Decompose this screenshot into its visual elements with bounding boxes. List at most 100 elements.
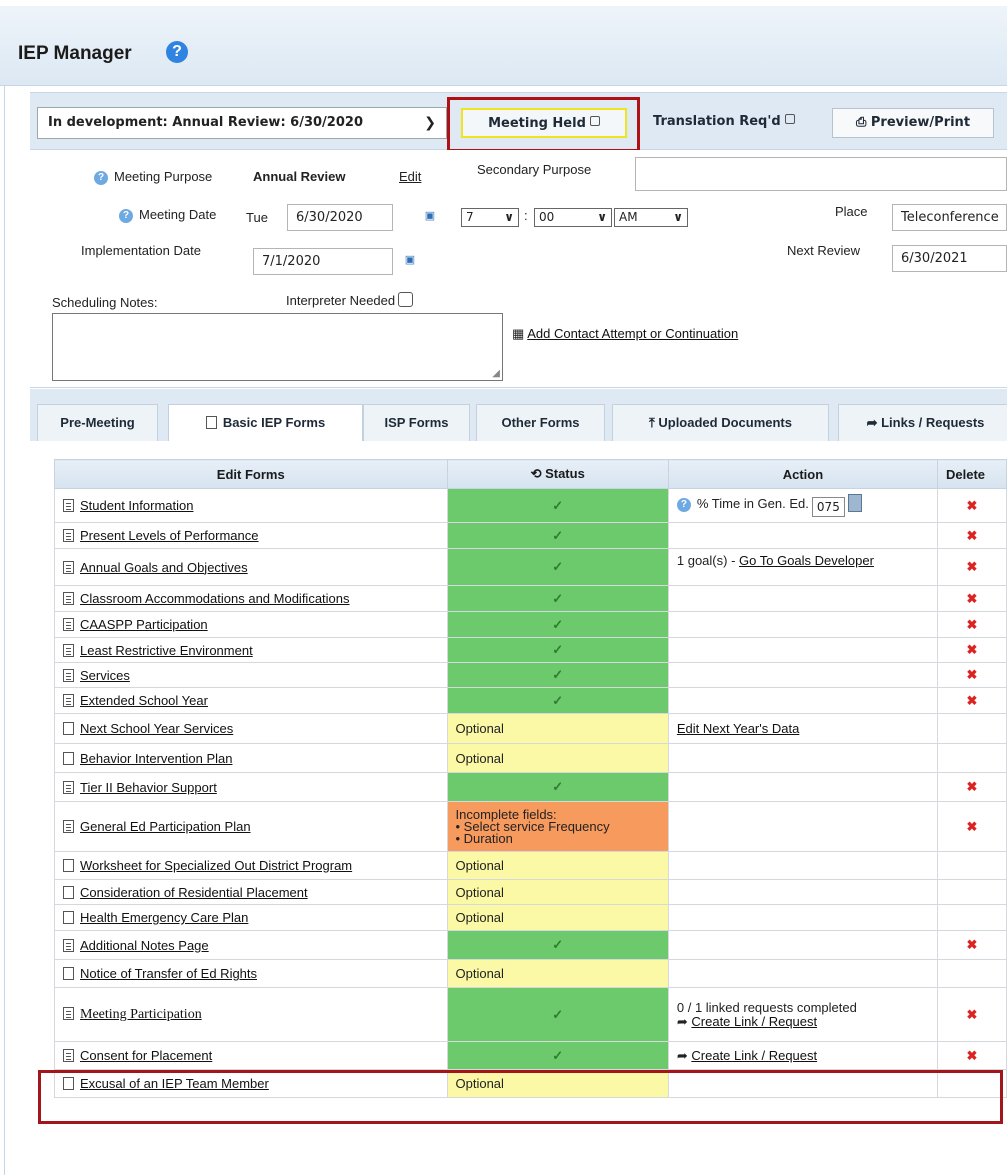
delete-icon[interactable]: ✖	[937, 1041, 1007, 1070]
calendar-icon[interactable]: ▣	[397, 249, 423, 271]
form-cell: Least Restrictive Environment	[54, 637, 448, 663]
forms-table: Edit Forms ⟲ Status Action Delete Studen…	[54, 459, 1007, 1098]
form-link[interactable]: Additional Notes Page	[80, 938, 209, 953]
secondary-purpose-input[interactable]	[635, 157, 1007, 191]
delete-icon[interactable]: ✖	[937, 548, 1007, 586]
tab-pre-meeting[interactable]: Pre-Meeting	[37, 404, 158, 441]
form-cell: Meeting Participation	[54, 987, 448, 1042]
translation-button[interactable]: Translation Req'd	[645, 108, 825, 138]
calculator-icon[interactable]	[847, 494, 862, 512]
form-link[interactable]: Consent for Placement	[80, 1048, 212, 1063]
status-cell: Optional	[446, 904, 669, 931]
minute-select[interactable]: 00 ∨	[534, 208, 612, 227]
delete-icon[interactable]: ✖	[937, 662, 1007, 688]
form-cell: Classroom Accommodations and Modificatio…	[54, 585, 448, 612]
chevron-down-icon: ∨	[597, 210, 607, 224]
delete-icon[interactable]: ✖	[937, 585, 1007, 612]
place-input[interactable]: Teleconference	[892, 204, 1007, 231]
form-link[interactable]: Meeting Participation	[80, 1007, 202, 1022]
help-icon[interactable]: ?	[94, 171, 108, 185]
form-cell: Student Information	[54, 488, 448, 523]
form-link[interactable]: Consideration of Residential Placement	[80, 885, 308, 900]
status-cell: Optional	[446, 851, 669, 880]
form-link[interactable]: Tier II Behavior Support	[80, 780, 217, 795]
upload-icon: ⤒	[649, 415, 659, 430]
iep-select[interactable]: In development: Annual Review: 6/30/2020…	[37, 107, 447, 139]
preview-print-button[interactable]: ⎙ Preview/Print	[832, 108, 994, 138]
tab-links-requests[interactable]: ➦ Links / Requests	[838, 404, 1007, 441]
delete-cell	[937, 713, 1007, 744]
help-icon[interactable]: ?	[676, 498, 691, 512]
document-icon	[63, 499, 74, 512]
form-cell: General Ed Participation Plan	[54, 801, 448, 852]
form-link[interactable]: Behavior Intervention Plan	[80, 751, 232, 766]
interpreter-text: Interpreter Needed	[286, 293, 396, 308]
action-cell: 0 / 1 linked requests completed ➦ Create…	[667, 987, 939, 1042]
next-review-input[interactable]: 6/30/2021	[892, 245, 1007, 272]
form-link[interactable]: Classroom Accommodations and Modificatio…	[80, 591, 350, 606]
form-link[interactable]: Annual Goals and Objectives	[80, 560, 248, 575]
help-icon[interactable]: ?	[166, 41, 188, 63]
delete-icon[interactable]: ✖	[937, 611, 1007, 638]
action-cell	[667, 851, 939, 880]
delete-icon[interactable]: ✖	[937, 987, 1007, 1042]
delete-icon[interactable]: ✖	[937, 772, 1007, 802]
meeting-date-input[interactable]: 6/30/2020	[287, 204, 393, 231]
tab-uploaded-documents[interactable]: ⤒ Uploaded Documents	[612, 404, 829, 441]
form-link[interactable]: Services	[80, 668, 130, 683]
add-contact-attempt[interactable]: ▦ Add Contact Attempt or Continuation	[512, 326, 738, 342]
delete-icon[interactable]: ✖	[937, 801, 1007, 852]
status-cell: ✓	[446, 987, 669, 1042]
chevron-down-icon: ∨	[673, 210, 683, 224]
form-link[interactable]: Excusal of an IEP Team Member	[80, 1076, 269, 1091]
form-cell: Annual Goals and Objectives	[54, 548, 448, 586]
calendar-icon[interactable]: ▣	[417, 205, 443, 227]
delete-icon[interactable]: ✖	[937, 930, 1007, 960]
form-link[interactable]: Least Restrictive Environment	[80, 643, 253, 658]
tab-basic-iep-forms[interactable]: Basic IEP Forms	[168, 404, 363, 442]
form-link[interactable]: General Ed Participation Plan	[80, 819, 251, 834]
status-cell: ✓	[446, 522, 669, 549]
implementation-date-input[interactable]: 7/1/2020	[253, 248, 393, 275]
delete-icon[interactable]: ✖	[937, 687, 1007, 714]
form-link[interactable]: Next School Year Services	[80, 721, 233, 736]
create-link-request[interactable]: Create Link / Request	[691, 1014, 817, 1029]
add-contact-link[interactable]: Add Contact Attempt or Continuation	[527, 326, 738, 341]
help-icon[interactable]: ?	[119, 209, 133, 223]
form-link[interactable]: Health Emergency Care Plan	[80, 910, 248, 925]
col-header-delete: Delete	[937, 459, 1007, 489]
scheduling-notes-label: Scheduling Notes:	[52, 295, 158, 310]
action-cell: ? % Time in Gen. Ed. 075	[667, 488, 939, 523]
tab-isp-forms[interactable]: ISP Forms	[363, 404, 470, 441]
status-cell: ✓	[446, 585, 669, 612]
form-link[interactable]: Worksheet for Specialized Out District P…	[80, 858, 352, 873]
incomplete-item: • Duration	[455, 830, 513, 846]
scheduling-notes-textarea[interactable]: ◢	[52, 313, 503, 381]
form-cell: Worksheet for Specialized Out District P…	[54, 851, 448, 880]
status-cell: ✓	[446, 662, 669, 688]
left-border	[4, 86, 5, 1175]
form-cell: Consideration of Residential Placement	[54, 879, 448, 905]
delete-cell	[937, 959, 1007, 988]
hour-select[interactable]: 7 ∨	[461, 208, 519, 227]
tab-other-forms[interactable]: Other Forms	[476, 404, 605, 441]
edit-next-year-link[interactable]: Edit Next Year's Data	[677, 721, 799, 736]
delete-icon[interactable]: ✖	[937, 637, 1007, 663]
form-link[interactable]: Student Information	[80, 498, 193, 513]
delete-icon[interactable]: ✖	[937, 522, 1007, 549]
form-link[interactable]: Present Levels of Performance	[80, 528, 258, 543]
edit-purpose-link[interactable]: Edit	[399, 169, 421, 184]
resize-grip-icon[interactable]: ◢	[492, 368, 500, 379]
form-link[interactable]: Notice of Transfer of Ed Rights	[80, 966, 257, 981]
create-link-request[interactable]: Create Link / Request	[691, 1048, 817, 1063]
table-row: Consideration of Residential Placement O…	[54, 879, 1007, 905]
form-cell: Services	[54, 662, 448, 688]
form-cell: CAASPP Participation	[54, 611, 448, 638]
delete-icon[interactable]: ✖	[937, 488, 1007, 523]
ampm-select[interactable]: AM ∨	[614, 208, 688, 227]
goals-developer-link[interactable]: Go To Goals Developer	[739, 553, 874, 568]
time-gen-ed-input[interactable]: 075	[811, 497, 845, 517]
form-link[interactable]: Extended School Year	[80, 693, 208, 708]
form-link[interactable]: CAASPP Participation	[80, 617, 208, 632]
interpreter-checkbox[interactable]	[398, 292, 414, 307]
